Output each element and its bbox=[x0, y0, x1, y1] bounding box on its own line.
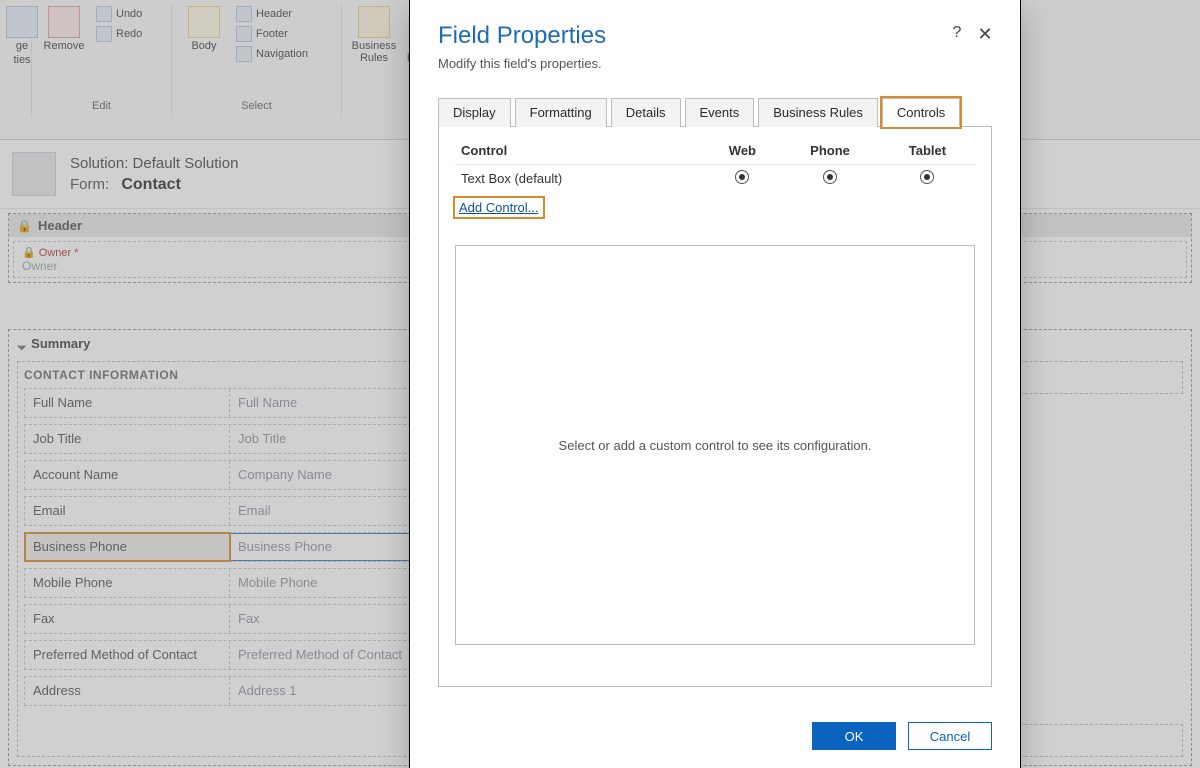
tab-formatting[interactable]: Formatting bbox=[515, 98, 607, 127]
ok-button[interactable]: OK bbox=[812, 722, 896, 750]
cancel-button[interactable]: Cancel bbox=[908, 722, 992, 750]
tab-details[interactable]: Details bbox=[611, 98, 681, 127]
tab-controls[interactable]: Controls bbox=[882, 98, 960, 127]
dialog-title: Field Properties bbox=[438, 22, 992, 50]
control-row[interactable]: Text Box (default) bbox=[455, 165, 975, 193]
field-properties-dialog: Field Properties Modify this field's pro… bbox=[410, 0, 1020, 768]
close-button[interactable]: ✕ bbox=[976, 24, 994, 45]
add-control-link[interactable]: Add Control... bbox=[455, 198, 543, 217]
col-control: Control bbox=[455, 139, 705, 165]
col-web: Web bbox=[705, 139, 781, 165]
control-config-placeholder: Select or add a custom control to see it… bbox=[455, 245, 975, 645]
help-button[interactable]: ? bbox=[948, 24, 966, 42]
col-tablet: Tablet bbox=[880, 139, 975, 165]
radio-tablet[interactable] bbox=[920, 170, 934, 184]
control-name: Text Box (default) bbox=[455, 165, 705, 193]
dialog-subtitle: Modify this field's properties. bbox=[438, 56, 992, 71]
tabstrip: DisplayFormattingDetailsEventsBusiness R… bbox=[438, 97, 992, 127]
col-phone: Phone bbox=[780, 139, 880, 165]
radio-web[interactable] bbox=[735, 170, 749, 184]
controls-table: Control Web Phone Tablet Text Box (defau… bbox=[455, 139, 975, 192]
tab-display[interactable]: Display bbox=[438, 98, 511, 127]
tab-business-rules[interactable]: Business Rules bbox=[758, 98, 878, 127]
controls-tab-panel: Control Web Phone Tablet Text Box (defau… bbox=[438, 127, 992, 687]
radio-phone[interactable] bbox=[823, 170, 837, 184]
tab-events[interactable]: Events bbox=[685, 98, 755, 127]
